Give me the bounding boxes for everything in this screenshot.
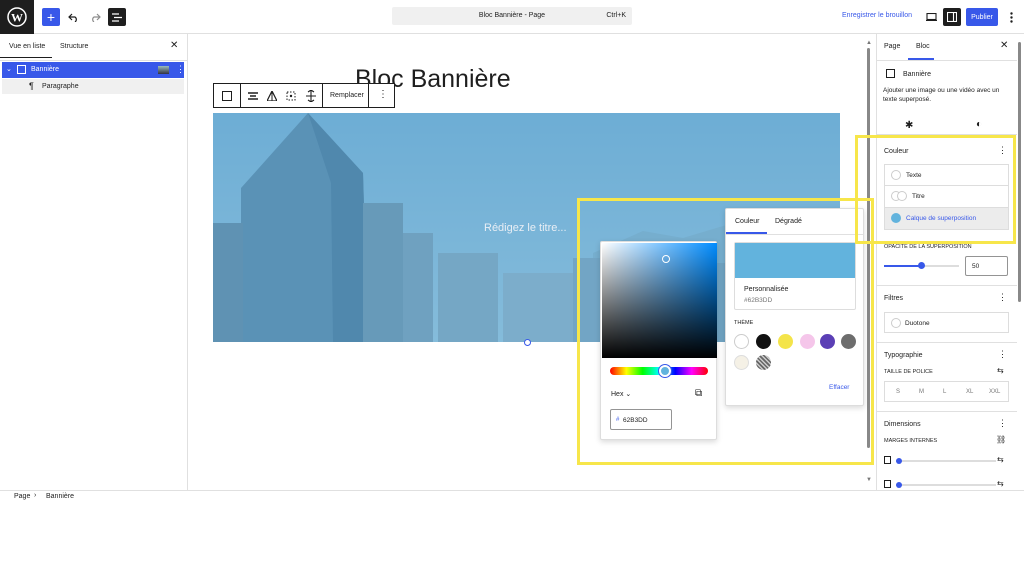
close-icon[interactable]: ✕ [1000, 40, 1008, 51]
image-thumbnail [158, 66, 169, 74]
tab-page[interactable]: Page [884, 43, 900, 50]
divider [322, 84, 323, 107]
breadcrumb-item[interactable]: Page [14, 493, 30, 500]
save-draft-button[interactable]: Enregistrer le brouillon [842, 12, 912, 19]
divider [877, 60, 1017, 61]
block-description: Ajouter une image ou une vidéo avec un t… [883, 87, 1000, 103]
font-size-option[interactable]: XXL [989, 389, 1000, 395]
link-icon[interactable]: ⛓ [996, 435, 1006, 444]
top-toolbar: W + Bloc Bannière - Page Ctrl+K Enregist… [0, 0, 1024, 34]
breadcrumb-item[interactable]: Bannière [46, 493, 74, 500]
block-name: Bannière [903, 71, 932, 78]
more-options-icon[interactable]: ⋮ [998, 349, 1007, 360]
settings-sidebar-icon[interactable] [943, 8, 961, 26]
paragraph-icon: ¶ [29, 81, 34, 91]
side-icon [884, 456, 891, 464]
triangle-icon[interactable] [266, 89, 278, 103]
cover-title-placeholder[interactable]: Rédigez le titre... [484, 222, 567, 234]
position-icon[interactable] [286, 91, 296, 103]
gear-icon[interactable]: ✱ [905, 120, 913, 131]
opacity-label: OPACITÉ DE LA SUPERPOSITION [884, 244, 972, 250]
custom-size-icon[interactable]: ⇆ [997, 479, 1004, 488]
filters-title: Filtres [884, 295, 904, 302]
resize-handle[interactable] [524, 339, 531, 346]
side-icon [884, 480, 891, 488]
wordpress-logo-icon[interactable]: W [0, 0, 34, 34]
typography-title: Typographie [884, 352, 923, 359]
align-icon[interactable] [248, 91, 258, 103]
more-options-icon[interactable]: ⋮ [998, 418, 1007, 429]
cover-block-icon [886, 69, 895, 78]
tab-block[interactable]: Bloc [916, 43, 930, 50]
replace-button[interactable]: Remplacer [330, 92, 364, 99]
duotone-button[interactable]: Duotone [884, 312, 1009, 333]
padding-side-slider[interactable] [884, 480, 997, 488]
tab-structure[interactable]: Structure [60, 43, 88, 50]
divider [0, 60, 188, 61]
duotone-label: Duotone [905, 320, 930, 327]
divider [877, 342, 1017, 343]
breadcrumb: Page › Bannière [0, 490, 1024, 504]
add-block-button[interactable]: + [42, 8, 60, 26]
sidebar-scrollbar[interactable] [1017, 40, 1022, 490]
font-size-label: TAILLE DE POLICE [884, 369, 933, 375]
tab-list-view[interactable]: Vue en liste [9, 43, 45, 50]
publish-button[interactable]: Publier [966, 8, 998, 26]
font-size-picker[interactable]: S M L XL XXL [884, 381, 1009, 402]
list-item-label: Bannière [31, 66, 60, 73]
divider [368, 84, 369, 107]
redo-icon[interactable] [86, 8, 104, 26]
custom-size-icon[interactable]: ⇆ [997, 366, 1004, 375]
list-item-cover[interactable]: ⌄ Bannière ⋮ [2, 62, 185, 78]
list-item-paragraph[interactable]: ¶ Paragraphe [2, 79, 184, 94]
preview-icon[interactable] [922, 8, 940, 26]
document-overview-icon[interactable] [108, 8, 126, 26]
more-options-icon[interactable]: ⋮ [378, 89, 388, 100]
styles-icon[interactable]: ◐ [976, 119, 982, 130]
font-size-option[interactable]: XL [966, 389, 973, 395]
divider [877, 285, 1017, 286]
font-size-option[interactable]: S [896, 389, 900, 395]
slider-track [896, 484, 996, 486]
slider-handle[interactable] [896, 458, 902, 464]
chevron-right-icon: › [34, 492, 37, 499]
undo-icon[interactable] [64, 8, 82, 26]
highlight-box-picker [577, 198, 874, 465]
custom-size-icon[interactable]: ⇆ [997, 455, 1004, 464]
cover-block-icon [17, 65, 26, 74]
command-palette-bar[interactable]: Bloc Bannière - Page Ctrl+K [392, 7, 632, 25]
active-tab-indicator [0, 57, 52, 58]
padding-label: MARGES INTERNES [884, 438, 938, 444]
settings-sidebar: Page Bloc ✕ Bannière Ajouter une image o… [876, 34, 1017, 490]
chevron-down-icon[interactable]: ⌄ [6, 65, 12, 73]
font-size-option[interactable]: L [943, 389, 946, 395]
close-icon[interactable]: ✕ [170, 40, 178, 51]
block-toolbar: Remplacer ⋮ [213, 83, 395, 108]
more-options-icon[interactable]: ⋮ [998, 292, 1007, 303]
more-options-icon[interactable]: ⋮ [176, 64, 185, 75]
cover-block-icon[interactable] [222, 91, 232, 101]
opacity-value: 50 [972, 263, 980, 270]
slider-handle[interactable] [918, 262, 925, 269]
opacity-input[interactable]: 50 [965, 256, 1008, 276]
divider [240, 84, 241, 107]
color-indicator [891, 318, 901, 328]
full-height-icon[interactable] [306, 89, 316, 104]
opacity-slider[interactable] [884, 262, 959, 269]
font-size-option[interactable]: M [919, 389, 924, 395]
list-view-panel: Vue en liste Structure ✕ ⌄ Bannière ⋮ ¶ … [0, 34, 188, 490]
document-title: Bloc Bannière - Page [478, 12, 546, 19]
list-item-label: Paragraphe [42, 83, 79, 90]
highlight-box-color [855, 135, 1016, 244]
shortcut-hint: Ctrl+K [606, 12, 626, 19]
slider-handle[interactable] [896, 482, 902, 488]
slider-track [896, 460, 996, 462]
dimensions-title: Dimensions [884, 421, 921, 428]
more-options-icon[interactable] [1002, 8, 1020, 26]
divider [877, 411, 1017, 412]
padding-top-slider[interactable] [884, 456, 997, 464]
svg-text:W: W [11, 11, 23, 25]
slider-fill [884, 265, 921, 267]
